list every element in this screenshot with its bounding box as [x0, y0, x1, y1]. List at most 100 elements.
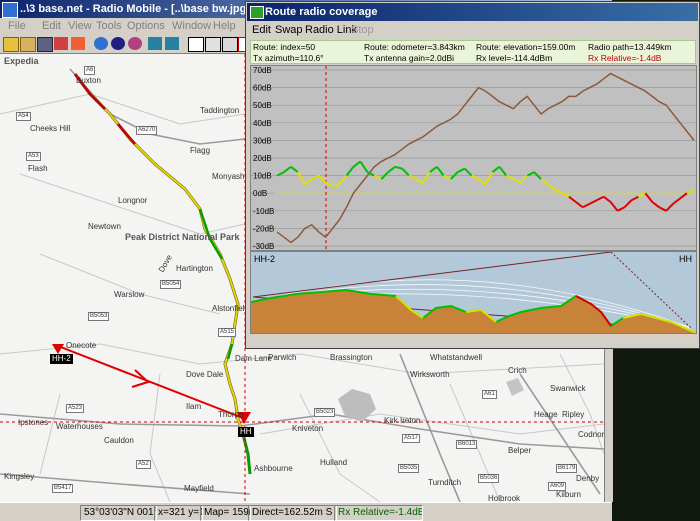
- y-tick-label: -30dB: [253, 242, 274, 250]
- cov-menu-swap[interactable]: Swap: [275, 24, 303, 36]
- status-coords: 53°03'03"N 001°44'28"W: [80, 505, 157, 521]
- signal-profile-chart[interactable]: 70dB 60dB 50dB 40dB 30dB 20dB 10dB 0dB -10dB -20d…: [250, 65, 697, 251]
- info-radio-path: Radio path=13.449km: [588, 42, 672, 52]
- place-thorpe: Thorpe: [218, 410, 244, 419]
- menu-file[interactable]: File: [8, 20, 26, 32]
- open-folder-icon[interactable]: [20, 37, 36, 52]
- menu-options[interactable]: Options: [127, 20, 165, 32]
- place-cauldon: Cauldon: [104, 436, 134, 445]
- coverage-menubar: Edit Swap Radio Link Stop: [247, 21, 698, 39]
- signal-segment: [394, 165, 403, 170]
- info-rx-relative: Rx Relative=-1.4dB: [588, 53, 662, 63]
- road-label: B5053: [88, 312, 110, 321]
- globe-icon[interactable]: [94, 37, 108, 50]
- status-direct: Direct=162.52m S: [248, 505, 337, 521]
- menu-edit[interactable]: Edit: [42, 20, 61, 32]
- signal-segment: [665, 203, 674, 212]
- menu-tools[interactable]: Tools: [96, 20, 122, 32]
- place-ripley: Ripley: [562, 410, 585, 419]
- cov-menu-edit[interactable]: Edit: [252, 24, 271, 36]
- signal-segment: [429, 166, 438, 173]
- place-parwich: Parwich: [268, 353, 297, 362]
- signal-segment: [338, 174, 348, 186]
- print-icon[interactable]: [222, 37, 238, 52]
- menu-help[interactable]: Help: [213, 20, 236, 32]
- signal-segment: [304, 178, 313, 186]
- main-title: ..\3 base.net - Radio Mobile - [..\base …: [20, 3, 251, 15]
- cov-menu-radio-link[interactable]: Radio Link: [305, 24, 357, 36]
- signal-segment: [463, 167, 473, 177]
- signal-segment: [575, 201, 584, 209]
- place-mayfield: Mayfield: [184, 484, 214, 493]
- road-label: B5054: [160, 280, 182, 289]
- signal-segment: [554, 188, 563, 195]
- y-tick-label: -20dB: [253, 224, 274, 233]
- cov-menu-stop[interactable]: Stop: [351, 24, 374, 36]
- place-flagg: Flagg: [190, 146, 211, 155]
- signal-segment: [651, 201, 660, 209]
- place-whatstandwell: Whatstandwell: [430, 353, 483, 362]
- unit-icon[interactable]: [54, 37, 68, 50]
- signal-segment: [276, 171, 285, 177]
- coverage-info-panel: Route: index=50 Route: odometer=3.843km …: [250, 40, 696, 64]
- place-buxton: Buxton: [76, 76, 101, 85]
- route-coverage-window: Route radio coverage Edit Swap Radio Lin…: [245, 1, 700, 349]
- status-xy: x=321 y=107: [154, 505, 203, 521]
- page-icon[interactable]: [188, 37, 204, 52]
- y-tick-label: 20dB: [253, 154, 272, 163]
- place-kirk-ireton: Kirk Ireton: [384, 416, 421, 425]
- signal-segment: [283, 166, 292, 173]
- signal-segment: [540, 178, 549, 186]
- place-taddington: Taddington: [200, 106, 240, 115]
- signal-segment: [658, 206, 667, 212]
- signal-segment: [471, 174, 480, 181]
- unit-label-hh2[interactable]: HH-2: [50, 354, 73, 364]
- terrain-label-hh: HH: [679, 254, 692, 264]
- signal-chart-svg: 70dB 60dB 50dB 40dB 30dB 20dB 10dB 0dB -10dB -20d…: [251, 66, 696, 250]
- polar-icon[interactable]: [128, 37, 142, 50]
- signal-segment: [436, 166, 445, 177]
- place-swanwick: Swanwick: [550, 384, 586, 393]
- new-file-icon[interactable]: [3, 37, 19, 52]
- map-brand: Expedia: [4, 56, 39, 66]
- y-tick-label: 10dB: [253, 172, 272, 181]
- signal-segment: [637, 192, 646, 198]
- terrain-profile[interactable]: HH-2 HH: [250, 251, 697, 334]
- signal-segment: [317, 174, 327, 184]
- y-tick-label: 60dB: [253, 84, 272, 93]
- signal-segment: [589, 199, 598, 205]
- signal-segment: [373, 174, 382, 181]
- signal-segment: [644, 192, 654, 203]
- road-label: B6013: [456, 440, 478, 449]
- info-rx-level: Rx level=-114.4dBm: [476, 53, 553, 63]
- menu-window[interactable]: Window: [172, 20, 211, 32]
- radio-link-icon[interactable]: [71, 37, 85, 50]
- save-disk-icon[interactable]: [37, 37, 53, 52]
- place-longnor: Longnor: [118, 196, 148, 205]
- place-denby: Denby: [576, 474, 600, 483]
- unit-label-hh[interactable]: HH: [238, 427, 254, 437]
- place-kniveton: Kniveton: [292, 424, 324, 433]
- coverage-titlebar[interactable]: Route radio coverage: [247, 3, 698, 21]
- coverage-icon[interactable]: [111, 37, 125, 50]
- signal-segment: [623, 199, 633, 208]
- signal-segment: [359, 160, 369, 173]
- place-waterhouses: Waterhouses: [56, 422, 103, 431]
- signal-segment: [296, 171, 306, 185]
- place-onecote: Onecote: [66, 341, 97, 350]
- place-flash: Flash: [28, 164, 48, 173]
- signal-segment: [561, 192, 570, 198]
- road-label: B6179: [556, 464, 578, 473]
- signal-segment: [686, 188, 695, 195]
- arrow-right-icon[interactable]: [148, 37, 162, 50]
- road-label: A6: [84, 66, 96, 75]
- signal-segment: [457, 167, 466, 173]
- place-newtown: Newtown: [88, 222, 121, 231]
- signal-segment: [505, 174, 514, 181]
- menu-view[interactable]: View: [68, 20, 92, 32]
- copy-icon[interactable]: [205, 37, 221, 52]
- signal-segment: [596, 195, 605, 202]
- arrow-left-icon[interactable]: [165, 37, 179, 50]
- place-brassington: Brassington: [330, 353, 373, 362]
- place-codnor: Codnor: [578, 430, 604, 439]
